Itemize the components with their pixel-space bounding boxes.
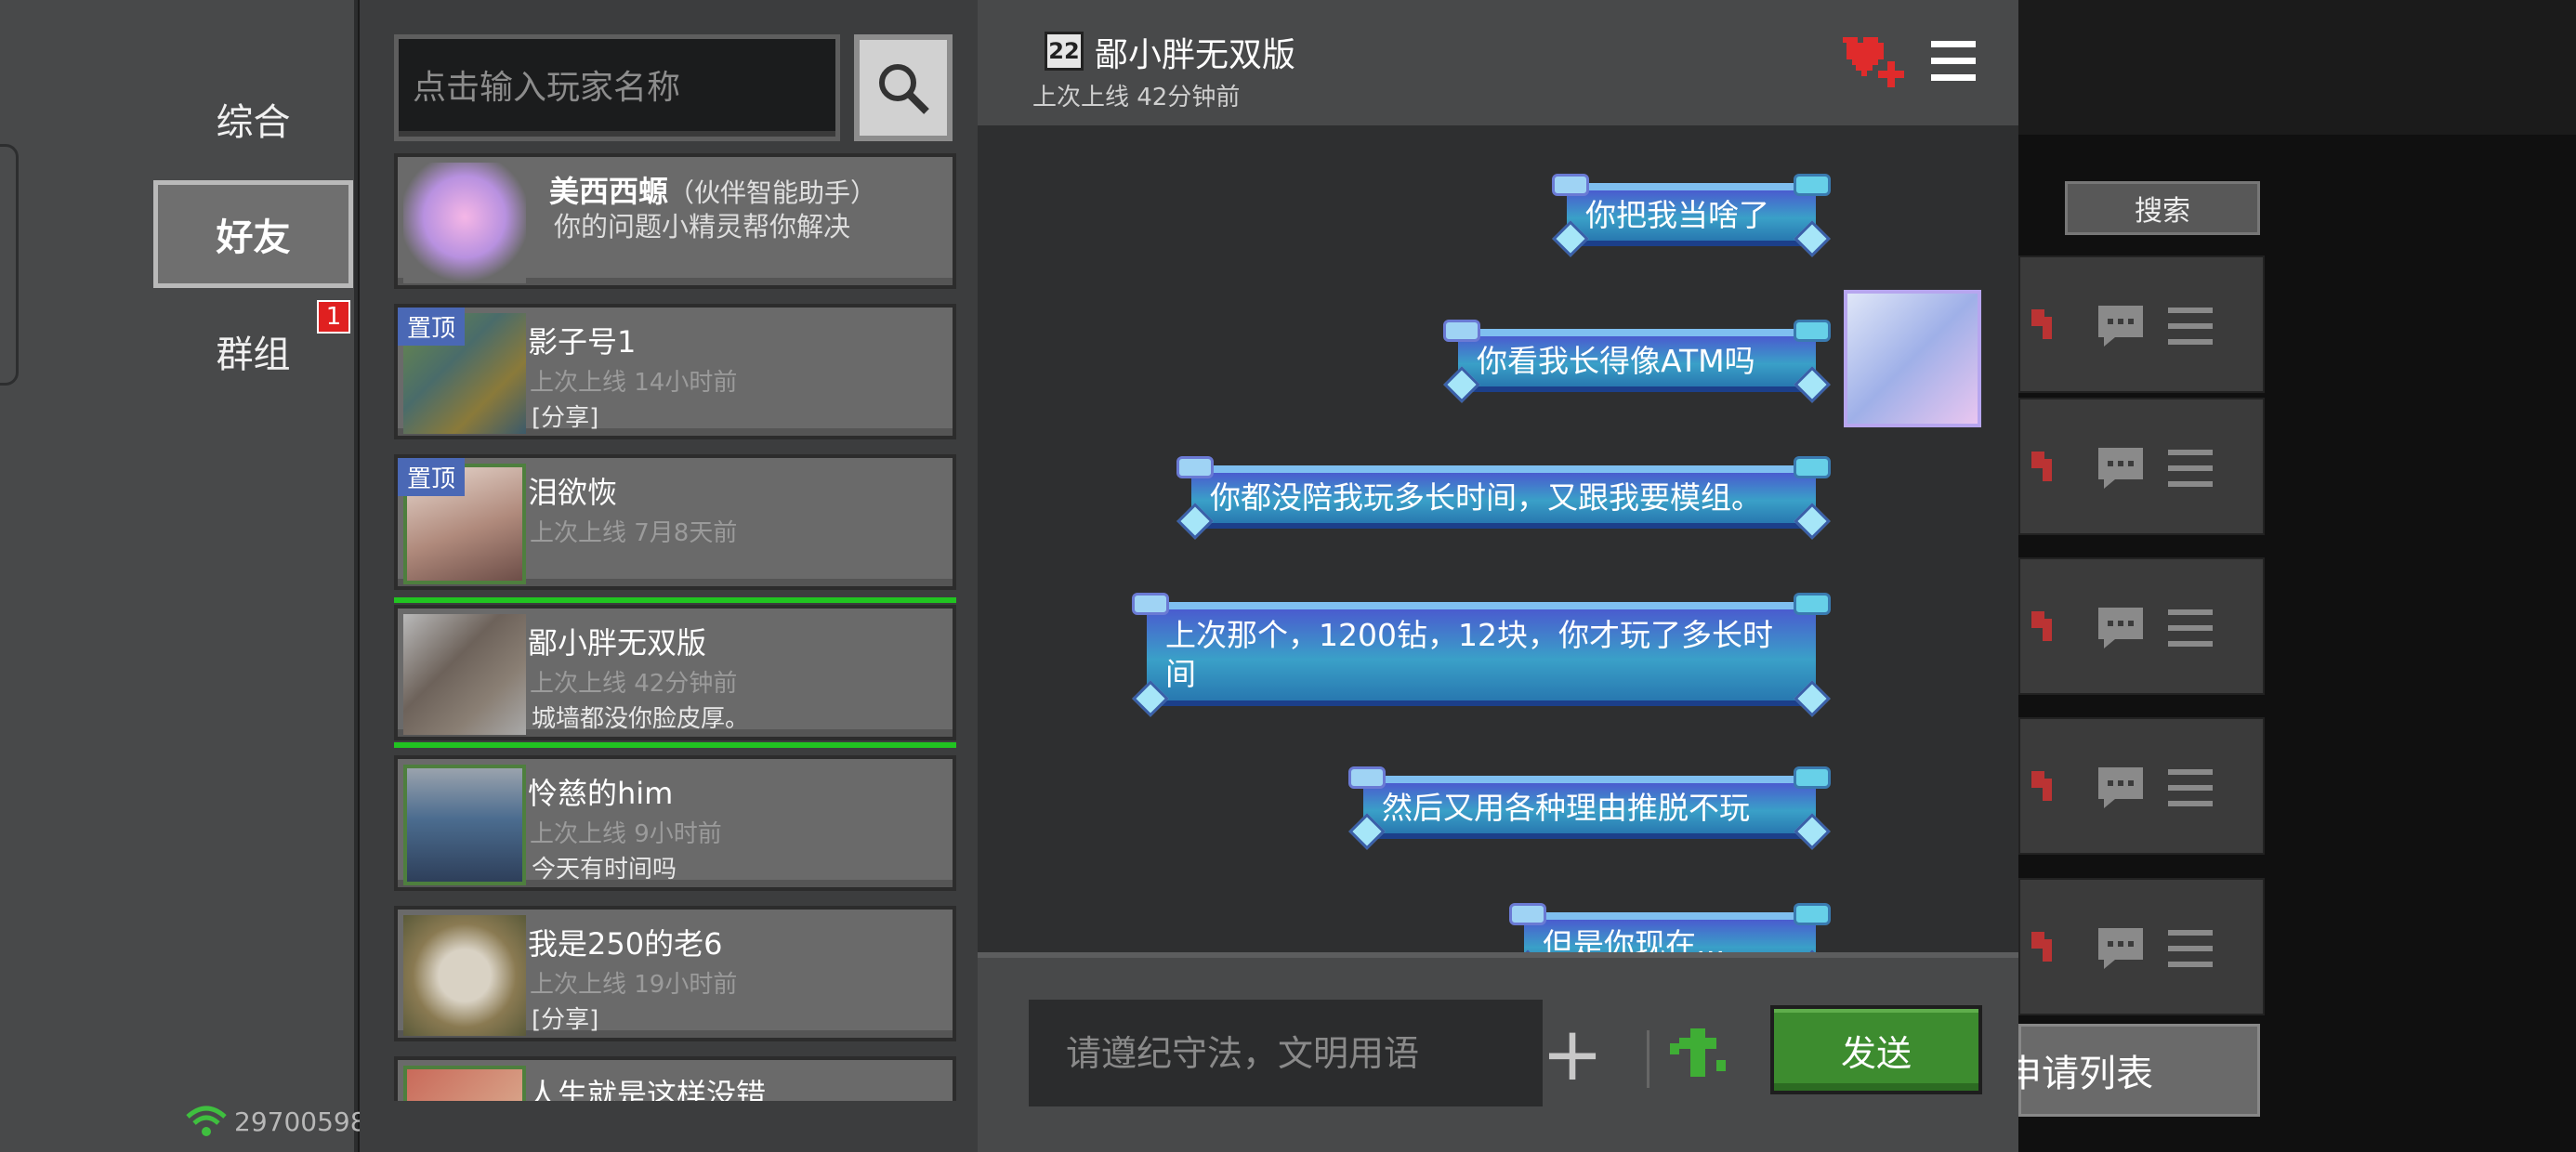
message-bubble[interactable]: 但是你现在... [1509,903,1831,952]
message-text: 你把我当啥了 [1585,197,1769,233]
heart-add-icon[interactable] [2022,923,2074,975]
assistant-name: 美西西螈 [549,174,669,209]
friend-item-assistant[interactable]: 美西西螈（伙伴智能助手） 你的问题小精灵帮你解决 [394,153,956,289]
background-search-button[interactable]: 搜索 [2065,181,2260,235]
message-text: 你看我长得像ATM吗 [1477,343,1755,379]
message-text: 然后又用各种理由推脱不玩 [1382,790,1750,826]
heart-add-icon[interactable] [2022,762,2074,814]
level-badge: 22 [1045,32,1084,71]
assistant-tag: （伙伴智能助手） [668,177,877,208]
application-list-label: 申请列表 [2004,1053,2153,1095]
message-bubble[interactable]: 你看我长得像ATM吗 [1443,320,1831,392]
avatar [403,765,526,885]
friend-name: 鄙小胖无双版 [528,625,707,661]
friend-item-selected[interactable]: 鄙小胖无双版 上次上线 42分钟前 城墙都没你脸皮厚。 [394,597,956,748]
friend-name: 怜慈的him [528,776,674,811]
menu-icon[interactable] [2164,442,2216,494]
friend-name: 泪欲恢 [528,475,618,510]
message-bubble[interactable]: 你把我当啥了 [1552,174,1831,246]
chat-icon[interactable] [2095,923,2147,975]
avatar [403,1066,526,1101]
friend-last-message: 城墙都没你脸皮厚。 [532,705,750,733]
send-button[interactable]: 发送 [1770,1005,1982,1094]
chat-online-status: 上次上线 42分钟前 [1032,84,1241,111]
chat-icon[interactable] [2095,602,2147,654]
friend-status: 上次上线 19小时前 [530,971,738,999]
friend-item[interactable]: 人生就是这样没错 [394,1056,956,1101]
player-search-input[interactable] [399,39,835,137]
application-list-button[interactable]: 申请列表 [2004,1024,2260,1117]
avatar [403,614,526,735]
message-text: 你都没陪我玩多长时间，又跟我要模组。 [1210,479,1762,516]
input-divider [1647,1030,1649,1088]
friend-item[interactable]: 我是250的老6 上次上线 19小时前 [分享] [394,906,956,1041]
chat-header: 22 鄙小胖无双版 上次上线 42分钟前 [978,0,2018,125]
group-unread-badge: 1 [317,300,350,334]
search-icon [879,63,929,114]
background-row [2018,557,2265,695]
friend-item[interactable]: 置顶 泪欲恢 上次上线 7月8天前 [394,454,956,590]
chat-menu-icon[interactable] [1931,41,1976,82]
message-text: 上次那个，1200钻，12块，你才玩了多长时间 [1165,617,1773,692]
side-handle[interactable] [0,144,19,386]
menu-icon[interactable] [2164,923,2216,975]
assistant-description: 你的问题小精灵帮你解决 [554,211,851,242]
friend-last-message: [分享] [532,404,599,432]
friend-list-panel: 美西西螈（伙伴智能助手） 你的问题小精灵帮你解决 置顶 影子号1 上次上线 14… [360,0,978,1152]
friend-item[interactable]: 置顶 影子号1 上次上线 14小时前 [分享] [394,304,956,439]
heart-add-icon[interactable] [2022,602,2074,654]
friend-item[interactable]: 怜慈的him 上次上线 9小时前 今天有时间吗 [394,755,956,891]
search-button[interactable] [854,34,953,141]
tab-friends[interactable]: 好友 [153,180,353,288]
gift-icon[interactable] [1670,1023,1726,1088]
background-row [2018,398,2265,535]
message-bubble[interactable]: 你都没陪我玩多长时间，又跟我要模组。 [1176,456,1831,529]
tab-general[interactable]: 综合 [153,65,353,173]
friend-list: 美西西螈（伙伴智能助手） 你的问题小精灵帮你解决 置顶 影子号1 上次上线 14… [394,153,956,1101]
pinned-badge: 置顶 [398,458,466,496]
message-text: 但是你现在... [1543,926,1726,952]
intimacy-heart-icon[interactable] [1837,30,1906,91]
friend-name: 人生就是这样没错 [528,1077,767,1101]
avatar [403,915,526,1036]
left-nav [0,0,358,1152]
background-row [2018,878,2265,1015]
menu-icon[interactable] [2164,300,2216,352]
chat-title: 鄙小胖无双版 [1095,36,1296,74]
heart-add-icon[interactable] [2022,442,2074,494]
friend-name: 我是250的老6 [528,926,723,962]
chat-input-bar: + 发送 [978,952,2018,1152]
player-search-box [394,34,840,141]
chat-icon[interactable] [2095,300,2147,352]
background-row [2018,255,2265,393]
friend-status: 上次上线 9小时前 [530,820,722,848]
chat-message-input[interactable] [1029,1000,1543,1106]
background-panel-header [2018,0,2576,135]
friend-status: 上次上线 7月8天前 [530,519,738,547]
pinned-badge: 置顶 [398,308,466,346]
chat-panel: 22 鄙小胖无双版 上次上线 42分钟前 你把我当啥了 你看我长得像ATM吗 你… [978,0,2018,1152]
menu-icon[interactable] [2164,602,2216,654]
message-bubble[interactable]: 上次那个，1200钻，12块，你才玩了多长时间 [1132,593,1831,706]
friend-last-message: [分享] [532,1006,599,1034]
chat-icon[interactable] [2095,442,2147,494]
wifi-icon [186,1106,227,1136]
attach-plus-icon[interactable]: + [1540,1017,1605,1092]
message-list: 你把我当啥了 你看我长得像ATM吗 你都没陪我玩多长时间，又跟我要模组。 上次那… [978,125,2018,952]
chat-icon[interactable] [2095,762,2147,814]
friend-status: 上次上线 42分钟前 [530,670,738,698]
assistant-avatar [403,163,526,283]
message-bubble[interactable]: 然后又用各种理由推脱不玩 [1348,766,1831,839]
friend-status: 上次上线 14小时前 [530,369,738,397]
menu-icon[interactable] [2164,762,2216,814]
my-avatar [1844,290,1981,427]
friend-last-message: 今天有时间吗 [532,856,677,884]
background-row [2018,717,2265,855]
heart-add-icon[interactable] [2022,300,2074,352]
friend-name: 影子号1 [528,324,637,360]
background-panel: 搜索 申请列表 [2004,0,2576,1152]
